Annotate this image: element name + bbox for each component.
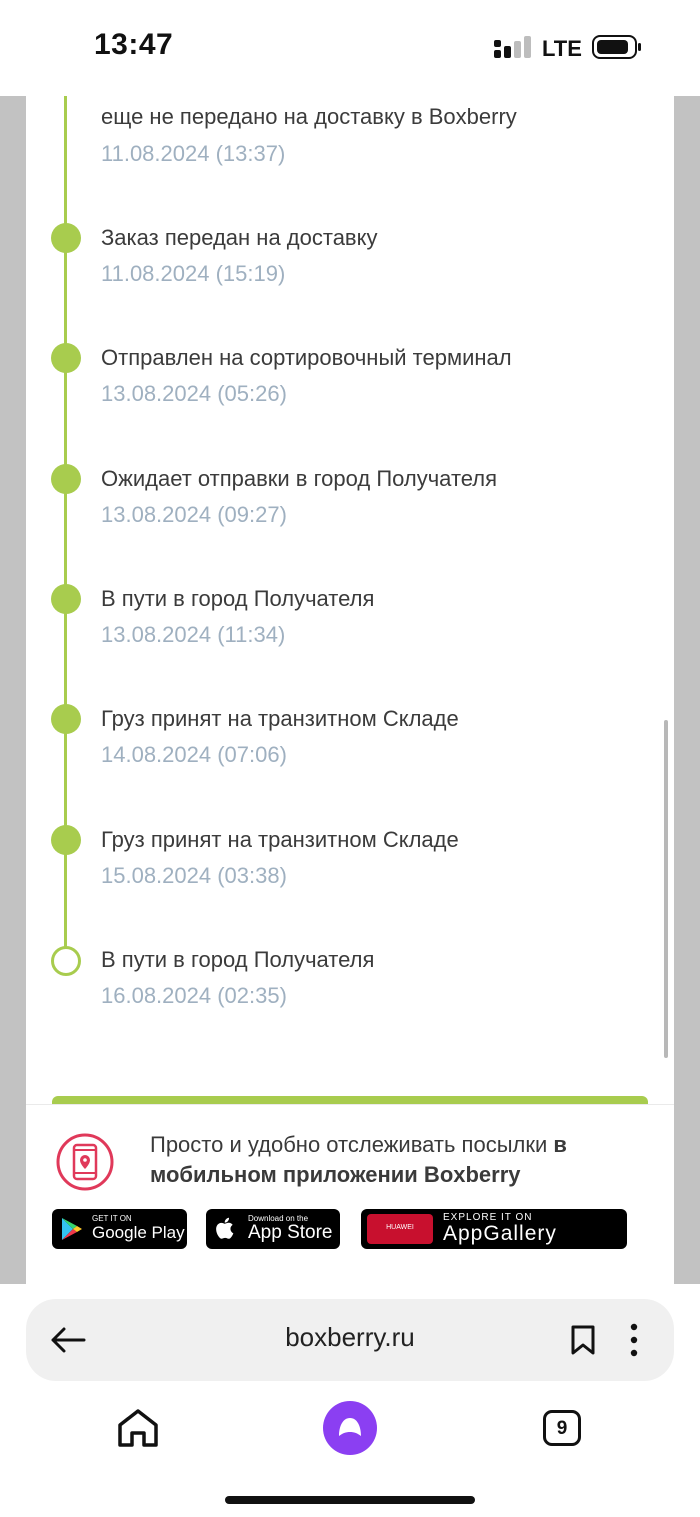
bookmark-icon[interactable] (570, 1324, 596, 1356)
event-title: В пути в город Получателя (101, 586, 375, 611)
status-time: 13:47 (94, 28, 174, 61)
event-date: 13.08.2024 (05:26) (101, 381, 287, 406)
tabs-button[interactable]: 9 (543, 1410, 581, 1446)
event-title: еще не передано на доставку в Boxberry (101, 104, 517, 129)
app-store-label: App Store (248, 1222, 333, 1243)
status-bar: 13:47 LTE (0, 0, 700, 96)
signal-icon (494, 36, 531, 58)
app-gallery-button[interactable]: HUAWEI EXPLORE IT ON AppGallery (361, 1209, 627, 1249)
app-gallery-label: AppGallery (443, 1222, 557, 1245)
event-date: 13.08.2024 (11:34) (101, 622, 286, 647)
network-type: LTE (542, 36, 582, 61)
apple-icon (216, 1217, 234, 1239)
event-date: 16.08.2024 (02:35) (101, 983, 287, 1008)
status-dot-icon (51, 223, 81, 253)
app-store-button[interactable]: Download on the App Store (206, 1209, 340, 1249)
google-play-small-label: GET IT ON (92, 1214, 132, 1223)
event-title: В пути в город Получателя (101, 947, 375, 972)
current-status-dot-icon (51, 946, 81, 976)
event-title: Ожидает отправки в город Получателя (101, 466, 498, 491)
status-dot-icon (51, 464, 81, 494)
google-play-icon (62, 1218, 82, 1240)
event-date: 14.08.2024 (07:06) (101, 742, 287, 767)
more-options-icon[interactable] (628, 1322, 640, 1358)
event-date: 11.08.2024 (15:19) (101, 261, 286, 286)
alice-assistant-icon[interactable] (322, 1400, 378, 1456)
status-dot-icon (51, 825, 81, 855)
event-date: 13.08.2024 (09:27) (101, 502, 287, 527)
event-date: 11.08.2024 (13:37) (101, 141, 286, 166)
status-dot-icon (51, 704, 81, 734)
promo-text: Просто и удобно отслеживать посылки в мо… (150, 1130, 630, 1190)
tabs-count: 9 (556, 1418, 568, 1439)
event-title: Отправлен на сортировочный терминал (101, 345, 512, 370)
status-dot-icon (51, 343, 81, 373)
google-play-button[interactable]: GET IT ON Google Play (52, 1209, 187, 1249)
event-date: 15.08.2024 (03:38) (101, 863, 287, 888)
status-dot-icon (51, 584, 81, 614)
event-title: Груз принят на транзитном Складе (101, 706, 459, 731)
event-title: Груз принят на транзитном Складе (101, 827, 459, 852)
home-icon[interactable] (116, 1407, 160, 1449)
promo-text-regular: Просто и удобно отслеживать посылки (150, 1132, 554, 1157)
event-title: Заказ передан на доставку (101, 225, 378, 250)
huawei-logo-icon: HUAWEI (367, 1214, 433, 1244)
google-play-label: Google Play (92, 1223, 185, 1242)
huawei-brand: HUAWEI (386, 1224, 414, 1231)
phone-location-icon (56, 1133, 114, 1191)
home-indicator[interactable] (225, 1496, 475, 1504)
battery-icon (592, 35, 641, 59)
scrollbar[interactable] (664, 720, 668, 1058)
